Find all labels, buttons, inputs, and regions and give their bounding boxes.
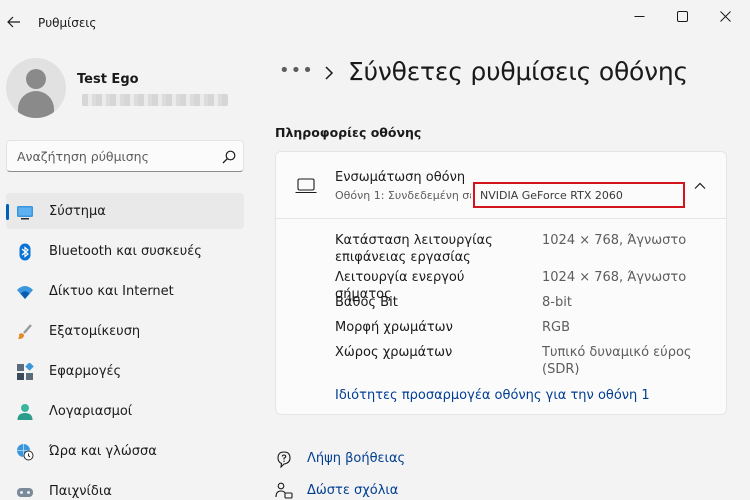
sidebar-item-gaming[interactable]: Παιχνίδια xyxy=(6,473,244,500)
chevron-up-icon[interactable] xyxy=(693,179,707,193)
sidebar-item-network[interactable]: Δίκτυο και Internet xyxy=(6,273,244,309)
sidebar-item-label: Σύστημα xyxy=(49,204,106,219)
sidebar-item-bluetooth[interactable]: Bluetooth και συσκευές xyxy=(6,233,244,269)
help-icon xyxy=(277,451,291,468)
sidebar-item-accounts[interactable]: Λογαριασμοί xyxy=(6,393,244,429)
chevron-right-icon xyxy=(325,66,334,80)
system-icon xyxy=(17,206,33,220)
feedback-icon xyxy=(275,482,293,499)
sidebar-item-label: Λογαριασμοί xyxy=(49,404,133,419)
info-value: Τυπικό δυναμικό εύρος (SDR) xyxy=(542,345,692,377)
info-value: RGB xyxy=(542,320,571,335)
info-value: 1024 × 768, Άγνωστο xyxy=(542,270,687,285)
title-bar: Ρυθμίσεις xyxy=(0,0,750,46)
page-title: Σύνθετες ρυθμίσεις οθόνης xyxy=(348,57,689,86)
bluetooth-icon xyxy=(19,243,31,261)
profile-name: Test Ego xyxy=(77,72,139,87)
account-icon xyxy=(17,404,33,420)
search-icon[interactable] xyxy=(222,150,236,164)
info-label: Χώρος χρωμάτων xyxy=(335,345,453,360)
info-value: 8-bit xyxy=(542,295,572,310)
info-label: Βάθος Bit xyxy=(335,295,398,310)
sidebar-item-label: Ώρα και γλώσσα xyxy=(49,444,157,459)
section-title: Πληροφορίες οθόνης xyxy=(275,125,422,140)
sidebar-item-system[interactable]: Σύστημα xyxy=(6,193,244,229)
sidebar-item-personalization[interactable]: Εξατομίκευση xyxy=(6,313,244,349)
display-card-header[interactable]: Ενσωμάτωση οθόνη Οθόνη 1: Συνδεδεμένη σε… xyxy=(276,152,726,218)
sidebar-item-label: Bluetooth και συσκευές xyxy=(49,244,202,259)
get-help-label: Λήψη βοήθειας xyxy=(307,451,406,466)
minimize-button[interactable] xyxy=(624,5,654,27)
profile-email-redacted xyxy=(82,94,228,106)
sidebar-item-apps[interactable]: Εφαρμογές xyxy=(6,353,244,389)
sidebar-item-label: Εξατομίκευση xyxy=(49,324,141,339)
monitor-icon xyxy=(295,178,317,194)
breadcrumb-more-button[interactable]: ••• xyxy=(279,60,313,86)
app-title: Ρυθμίσεις xyxy=(38,16,97,30)
apps-icon xyxy=(17,363,34,380)
globe-clock-icon xyxy=(17,444,34,461)
display-name: Ενσωμάτωση οθόνη xyxy=(335,170,466,185)
gpu-name: NVIDIA GeForce RTX 2060 xyxy=(480,189,623,202)
wifi-icon xyxy=(17,286,33,299)
sidebar-item-label: Εφαρμογές xyxy=(49,364,122,379)
maximize-icon xyxy=(676,10,688,22)
sidebar-item-time-language[interactable]: Ώρα και γλώσσα xyxy=(6,433,244,469)
maximize-button[interactable] xyxy=(667,5,697,27)
active-indicator xyxy=(6,204,9,220)
close-button[interactable] xyxy=(710,5,740,27)
info-label: Κατάσταση λειτουργίας επιφάνειας εργασία… xyxy=(335,233,493,265)
gamepad-icon xyxy=(17,488,33,497)
close-icon xyxy=(719,10,731,22)
search-placeholder: Αναζήτηση ρύθμισης xyxy=(17,149,149,164)
avatar xyxy=(6,58,66,118)
minimize-icon xyxy=(634,15,644,17)
adapter-properties-link[interactable]: Ιδιότητες προσαρμογέα οθόνης για την οθό… xyxy=(335,388,650,403)
display-info-card: Ενσωμάτωση οθόνη Οθόνη 1: Συνδεδεμένη σε… xyxy=(275,151,727,415)
info-value: 1024 × 768, Άγνωστο xyxy=(542,233,687,248)
feedback-label: Δώστε σχόλια xyxy=(307,483,399,498)
brush-icon xyxy=(18,324,32,339)
sidebar-item-label: Παιχνίδια xyxy=(49,484,112,499)
search-input[interactable]: Αναζήτηση ρύθμισης xyxy=(6,140,244,172)
sidebar-item-label: Δίκτυο και Internet xyxy=(49,284,174,299)
back-arrow-icon xyxy=(7,16,20,28)
back-button[interactable] xyxy=(4,10,24,34)
info-label: Μορφή χρωμάτων xyxy=(335,320,453,335)
display-connection: Οθόνη 1: Συνδεδεμένη σε xyxy=(335,189,471,202)
gpu-highlight-box: NVIDIA GeForce RTX 2060 xyxy=(473,182,685,208)
divider xyxy=(276,218,726,219)
